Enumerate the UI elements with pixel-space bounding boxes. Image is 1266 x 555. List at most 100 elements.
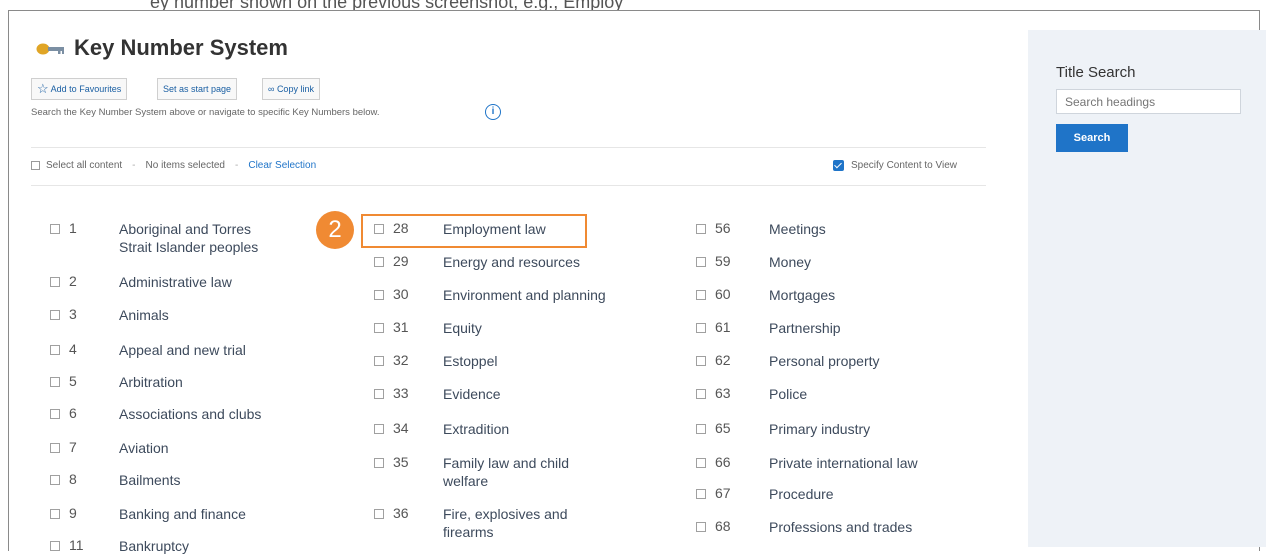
topic-number: 31 (393, 319, 409, 335)
topic-link[interactable]: Bankruptcy (119, 537, 189, 555)
topic-link[interactable]: Procedure (769, 485, 834, 503)
topic-checkbox[interactable] (50, 509, 60, 519)
topic-checkbox[interactable] (696, 389, 706, 399)
topic-item[interactable]: 35 Family law and child welfare (374, 454, 624, 492)
topic-checkbox[interactable] (50, 409, 60, 419)
topic-link[interactable]: Estoppel (443, 352, 497, 370)
topic-checkbox[interactable] (50, 277, 60, 287)
topic-link[interactable]: Bailments (119, 471, 180, 489)
topic-number: 33 (393, 385, 409, 401)
topic-number: 30 (393, 286, 409, 302)
topic-number: 67 (715, 485, 731, 501)
topic-number: 60 (715, 286, 731, 302)
topic-checkbox[interactable] (374, 257, 384, 267)
topic-checkbox[interactable] (696, 489, 706, 499)
specify-content-toggle[interactable]: Specify Content to View (833, 160, 957, 171)
topic-number: 59 (715, 253, 731, 269)
topic-link[interactable]: Arbitration (119, 373, 183, 391)
topic-number: 62 (715, 352, 731, 368)
topic-link[interactable]: Fire, explosives and firearms (443, 505, 593, 541)
topic-number: 63 (715, 385, 731, 401)
topic-checkbox[interactable] (696, 224, 706, 234)
topic-link[interactable]: Professions and trades (769, 518, 912, 536)
add-to-favourites-button[interactable]: ☆ Add to Favourites (31, 78, 128, 100)
topic-link[interactable]: Banking and finance (119, 505, 246, 523)
topic-checkbox[interactable] (374, 323, 384, 333)
topic-link[interactable]: Mortgages (769, 286, 835, 304)
topic-link[interactable]: Private international law (769, 454, 918, 472)
topic-number: 34 (393, 420, 409, 436)
topic-checkbox[interactable] (374, 424, 384, 434)
copy-link-button[interactable]: ∞ Copy link (262, 78, 320, 100)
topic-checkbox[interactable] (50, 310, 60, 320)
topic-checkbox[interactable] (50, 541, 60, 551)
title-search-heading: Title Search (1056, 64, 1136, 81)
topic-link[interactable]: Equity (443, 319, 482, 337)
topic-link[interactable]: Money (769, 253, 811, 271)
topic-link[interactable]: Evidence (443, 385, 501, 403)
topic-checkbox[interactable] (50, 443, 60, 453)
specify-content-checkbox[interactable] (833, 160, 844, 171)
divider (31, 185, 986, 186)
divider (31, 147, 986, 148)
topic-checkbox[interactable] (50, 475, 60, 485)
topic-link[interactable]: Family law and child welfare (443, 454, 618, 490)
topic-number: 6 (69, 405, 77, 421)
topic-number: 66 (715, 454, 731, 470)
topic-checkbox[interactable] (374, 389, 384, 399)
topic-checkbox[interactable] (696, 458, 706, 468)
topic-number: 5 (69, 373, 77, 389)
specify-content-label: Specify Content to View (851, 160, 957, 171)
topic-link[interactable]: Meetings (769, 220, 826, 238)
topic-item[interactable]: 1 Aboriginal and Torres Strait Islander … (50, 220, 280, 258)
search-button[interactable]: Search (1056, 124, 1128, 152)
topic-link[interactable]: Partnership (769, 319, 841, 337)
select-all-checkbox[interactable] (31, 161, 40, 170)
topic-number: 9 (69, 505, 77, 521)
topic-link[interactable]: Administrative law (119, 273, 232, 291)
topic-number: 11 (69, 537, 84, 553)
topic-link[interactable]: Animals (119, 306, 169, 324)
topic-link[interactable]: Associations and clubs (119, 405, 261, 423)
topic-link[interactable]: Energy and resources (443, 253, 580, 271)
set-start-page-button[interactable]: Set as start page (157, 78, 238, 100)
topic-number: 29 (393, 253, 409, 269)
clear-selection-link[interactable]: Clear Selection (248, 160, 316, 171)
topic-checkbox[interactable] (374, 356, 384, 366)
topic-checkbox[interactable] (696, 323, 706, 333)
star-icon: ☆ (37, 81, 49, 96)
topic-checkbox[interactable] (374, 290, 384, 300)
topic-link[interactable]: Aviation (119, 439, 169, 457)
topic-item[interactable]: 36 Fire, explosives and firearms (374, 505, 624, 543)
separator: - (235, 160, 239, 171)
topic-link[interactable]: Police (769, 385, 807, 403)
topic-link[interactable]: Primary industry (769, 420, 870, 438)
key-icon (36, 43, 64, 55)
topic-checkbox[interactable] (374, 509, 384, 519)
selection-status: No items selected (145, 160, 225, 171)
topic-number: 35 (393, 454, 409, 470)
topic-link[interactable]: Extradition (443, 420, 509, 438)
topic-link[interactable]: Environment and planning (443, 286, 606, 304)
topic-number: 2 (69, 273, 77, 289)
topic-checkbox[interactable] (696, 522, 706, 532)
info-icon[interactable]: i (485, 104, 501, 120)
topic-checkbox[interactable] (696, 356, 706, 366)
topic-checkbox[interactable] (50, 345, 60, 355)
topic-link[interactable]: Personal property (769, 352, 880, 370)
topic-checkbox[interactable] (696, 290, 706, 300)
select-all-label: Select all content (46, 160, 123, 171)
topic-link[interactable]: Appeal and new trial (119, 341, 246, 359)
topic-checkbox[interactable] (50, 377, 60, 387)
topic-checkbox[interactable] (696, 424, 706, 434)
topic-number: 1 (69, 220, 77, 236)
topic-checkbox[interactable] (374, 458, 384, 468)
topic-checkbox[interactable] (696, 257, 706, 267)
search-headings-input[interactable] (1056, 89, 1241, 114)
topic-checkbox[interactable] (50, 224, 60, 234)
instructions-text: Search the Key Number System above or na… (31, 107, 380, 118)
topic-link[interactable]: Aboriginal and Torres Strait Islander pe… (119, 220, 284, 256)
topic-number: 32 (393, 352, 409, 368)
topic-number: 56 (715, 220, 731, 236)
page-title: Key Number System (74, 35, 288, 60)
